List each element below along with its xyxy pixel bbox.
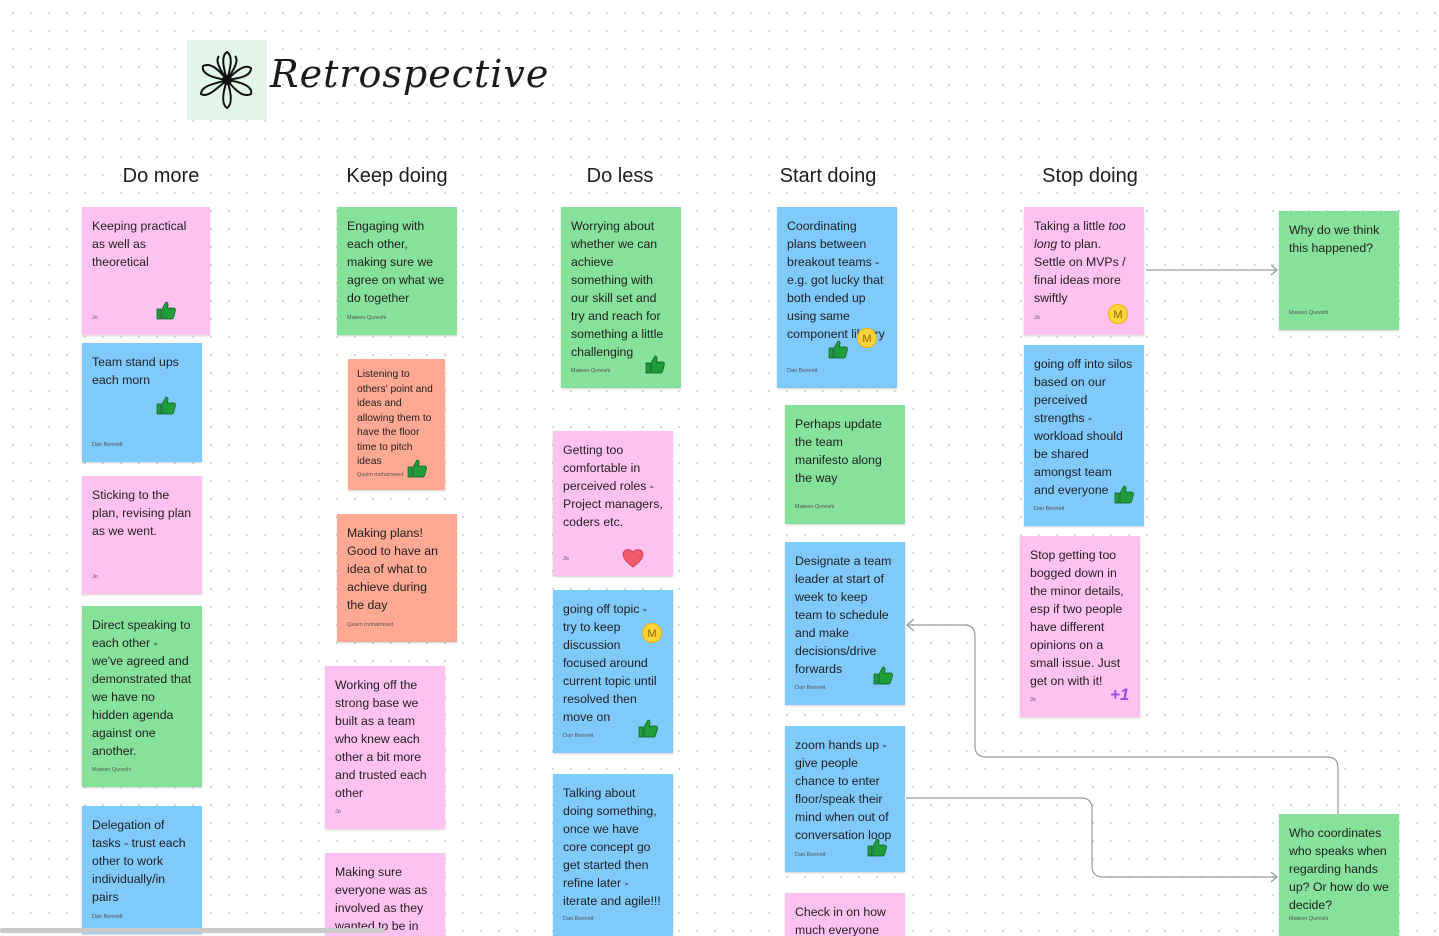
horizontal-scrollbar[interactable] bbox=[0, 928, 385, 933]
sticky-note[interactable]: Why do we think this happened? Mateen Qu… bbox=[1279, 211, 1399, 330]
user-avatar[interactable]: M bbox=[1108, 304, 1128, 324]
connector-lines bbox=[906, 264, 1339, 883]
sticky-note[interactable]: Talking about doing something, once we h… bbox=[553, 774, 673, 936]
sticky-note[interactable]: going off topic - try to keep discussion… bbox=[553, 590, 673, 753]
note-text: Listening to others' point and ideas and… bbox=[357, 369, 433, 467]
note-text: Who coordinates who speaks when regardin… bbox=[1289, 826, 1389, 912]
note-text: Engaging with each other, making sure we… bbox=[347, 219, 445, 305]
note-text: Taking a little too long to plan. Settle… bbox=[1034, 217, 1134, 307]
note-author: Dan Bennett bbox=[1034, 506, 1065, 512]
sticky-note[interactable]: Listening to others' point and ideas and… bbox=[348, 359, 445, 490]
sticky-note[interactable]: Coordinating plans between breakout team… bbox=[777, 207, 897, 388]
sticky-note[interactable]: zoom hands up - give people chance to en… bbox=[785, 726, 905, 872]
note-text: zoom hands up - give people chance to en… bbox=[795, 738, 892, 842]
note-text: Perhaps update the team manifesto along … bbox=[795, 417, 882, 485]
thumbs-up-icon[interactable] bbox=[827, 338, 849, 360]
sticky-note[interactable]: Sticking to the plan, revising plan as w… bbox=[82, 476, 202, 594]
user-avatar[interactable]: M bbox=[857, 328, 877, 348]
note-author: Dan Bennett bbox=[92, 442, 123, 448]
note-author: Dan Bennett bbox=[92, 914, 123, 920]
note-text: Making plans! Good to have an idea of wh… bbox=[347, 526, 438, 612]
note-text: Why do we think this happened? bbox=[1289, 223, 1380, 255]
note-author: Mateen Qureshi bbox=[571, 368, 611, 374]
thumbs-up-icon[interactable] bbox=[872, 664, 894, 686]
note-text: Working off the strong base we built as … bbox=[335, 678, 427, 800]
sticky-note[interactable]: Making sure everyone was as involved as … bbox=[325, 853, 445, 936]
note-text: Direct speaking to each other - we've ag… bbox=[92, 618, 192, 758]
connector-zoom-to-question[interactable] bbox=[906, 797, 1276, 878]
note-author: Dan Bennett bbox=[787, 368, 818, 374]
sticky-note[interactable]: Perhaps update the team manifesto along … bbox=[785, 405, 905, 524]
thumbs-up-icon[interactable] bbox=[406, 457, 428, 479]
thumbs-up-icon[interactable] bbox=[1113, 483, 1135, 505]
note-text: Coordinating plans between breakout team… bbox=[787, 219, 885, 341]
note-author: Dan Bennett bbox=[563, 916, 594, 922]
note-text: Delegation of tasks - trust each other t… bbox=[92, 818, 186, 904]
sticky-note[interactable]: Taking a little too long to plan. Settle… bbox=[1024, 207, 1144, 335]
note-text: Designate a team leader at start of week… bbox=[795, 554, 892, 676]
user-avatar[interactable]: M bbox=[642, 623, 662, 643]
note-author: Jo bbox=[92, 574, 98, 580]
note-text: Keeping practical as well as theoretical bbox=[92, 219, 187, 269]
note-author: Jo bbox=[1030, 697, 1036, 703]
note-author: Jo bbox=[1034, 315, 1040, 321]
note-text: Talking about doing something, once we h… bbox=[563, 786, 661, 908]
note-author: Mateen Qureshi bbox=[1289, 916, 1329, 922]
sticky-note[interactable]: Worrying about whether we can achieve so… bbox=[561, 207, 681, 388]
note-author: Mateen Qureshi bbox=[795, 504, 835, 510]
sticky-note[interactable]: Engaging with each other, making sure we… bbox=[337, 207, 457, 335]
sticky-note[interactable]: going off into silos based on our percei… bbox=[1024, 345, 1144, 526]
sticky-note[interactable]: Delegation of tasks - trust each other t… bbox=[82, 806, 202, 934]
note-text: going off into silos based on our percei… bbox=[1034, 357, 1133, 497]
thumbs-up-icon[interactable] bbox=[637, 717, 659, 739]
thumbs-up-icon[interactable] bbox=[644, 353, 666, 375]
note-text: Stop getting too bogged down in the mino… bbox=[1030, 548, 1124, 688]
thumbs-up-icon[interactable] bbox=[155, 299, 177, 321]
note-author: Qasim mohammed bbox=[357, 471, 404, 478]
sticky-note[interactable]: Check in on how much everyone bbox=[785, 893, 905, 936]
sticky-note[interactable]: Making plans! Good to have an idea of wh… bbox=[337, 514, 457, 642]
sticky-note[interactable]: Team stand ups each morn Dan Bennett bbox=[82, 343, 202, 462]
note-author: Qasim mohammed bbox=[347, 622, 394, 628]
note-text: Making sure everyone was as involved as … bbox=[335, 865, 428, 933]
note-author: Jo bbox=[92, 315, 98, 321]
sticky-note[interactable]: Who coordinates who speaks when regardin… bbox=[1279, 814, 1399, 936]
plus-one-icon[interactable]: +1 bbox=[1110, 686, 1129, 704]
note-author: Dan Bennett bbox=[795, 685, 826, 691]
note-text: Sticking to the plan, revising plan as w… bbox=[92, 488, 192, 538]
heart-icon[interactable] bbox=[621, 547, 644, 569]
sticky-note[interactable]: Stop getting too bogged down in the mino… bbox=[1020, 536, 1140, 717]
note-text: Team stand ups each morn bbox=[92, 355, 179, 387]
sticky-note[interactable]: Getting too comfortable in perceived rol… bbox=[553, 431, 673, 576]
note-author: Jo bbox=[563, 556, 569, 562]
thumbs-up-icon[interactable] bbox=[155, 394, 177, 416]
note-author: Mateen Qureshi bbox=[347, 315, 387, 321]
note-text: Worrying about whether we can achieve so… bbox=[571, 219, 664, 359]
note-text-part: Taking a little bbox=[1034, 219, 1109, 233]
note-author: Dan Bennett bbox=[563, 733, 594, 739]
sticky-note[interactable]: Keeping practical as well as theoretical… bbox=[82, 207, 210, 335]
thumbs-up-icon[interactable] bbox=[866, 836, 888, 858]
note-text: going off topic - try to keep discussion… bbox=[563, 602, 657, 724]
note-author: Mateen Qureshi bbox=[1289, 310, 1329, 316]
note-text: Check in on how much everyone bbox=[795, 905, 886, 936]
note-author: Dan Bennett bbox=[795, 852, 826, 858]
sticky-note[interactable]: Working off the strong base we built as … bbox=[325, 666, 445, 829]
note-author: Jo bbox=[335, 809, 341, 815]
sticky-note[interactable]: Designate a team leader at start of week… bbox=[785, 542, 905, 705]
sticky-note[interactable]: Direct speaking to each other - we've ag… bbox=[82, 606, 202, 787]
note-text: Getting too comfortable in perceived rol… bbox=[563, 443, 663, 529]
note-author: Mateen Qureshi bbox=[92, 767, 132, 773]
